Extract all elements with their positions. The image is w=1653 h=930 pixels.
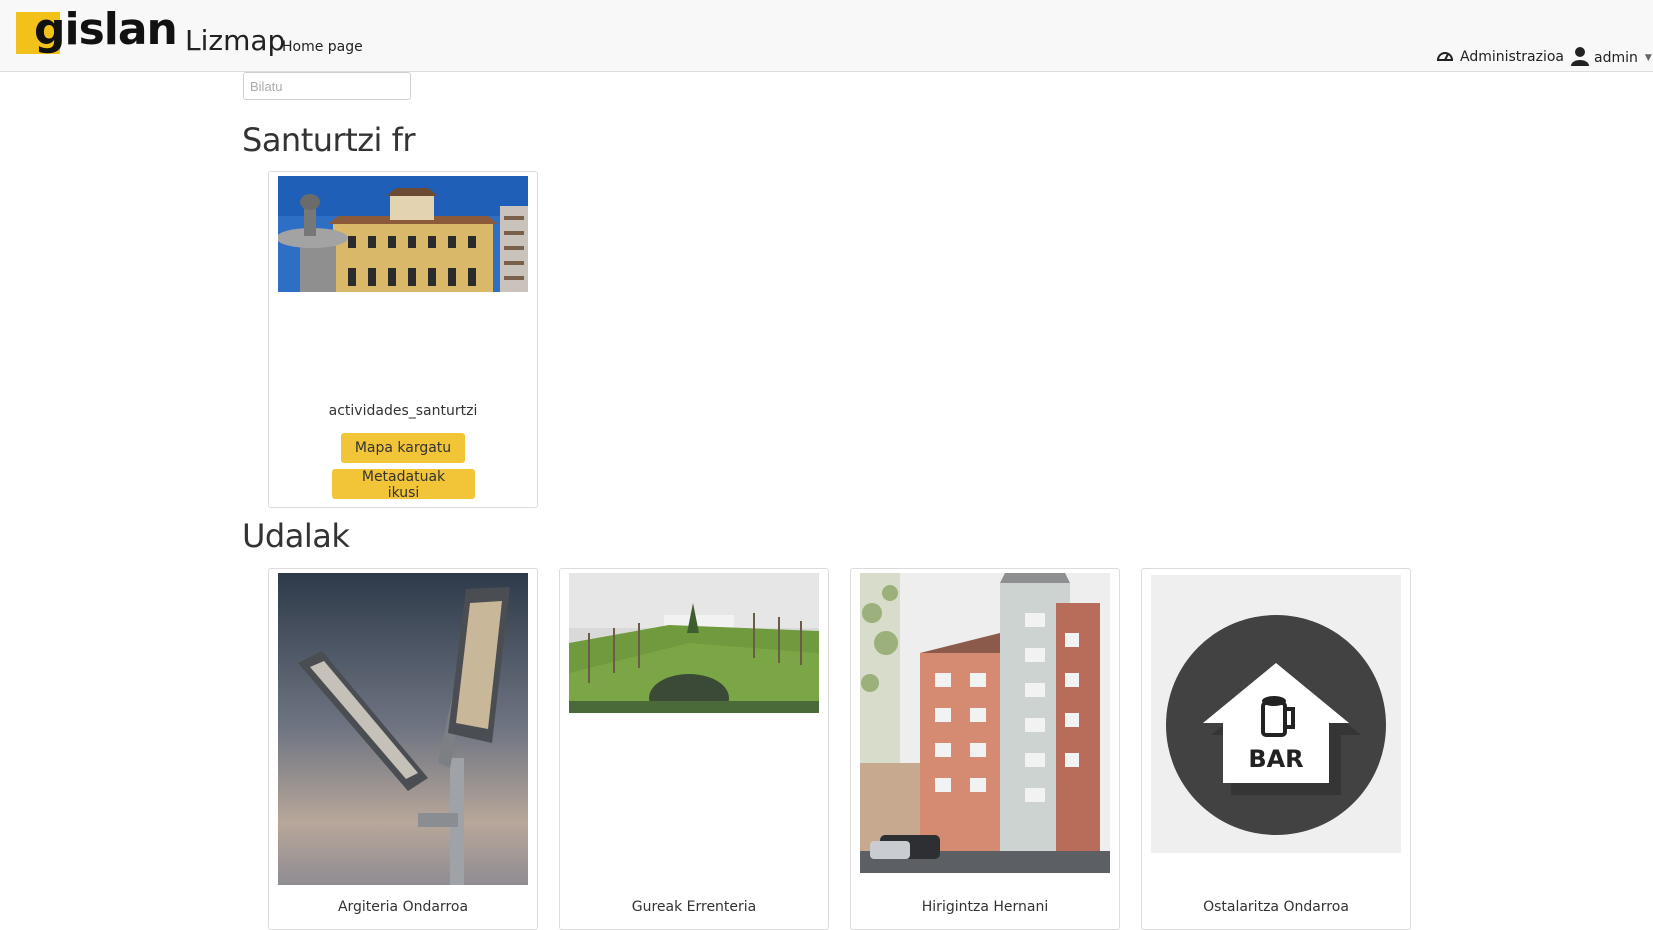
- home-page-link[interactable]: Home page: [282, 39, 363, 55]
- user-icon: [1571, 46, 1589, 70]
- project-card: actividades_santurtzi Mapa kargatu Metad…: [268, 171, 538, 508]
- section-title-santurtzi: Santurtzi fr: [242, 121, 416, 159]
- administration-link[interactable]: Administrazioa: [1436, 48, 1564, 66]
- project-thumbnail[interactable]: [278, 573, 528, 885]
- project-card: BAR Ostalaritza Ondarroa: [1141, 568, 1411, 930]
- project-name: Argiteria Ondarroa: [337, 899, 469, 915]
- project-card: Hirigintza Hernani: [850, 568, 1120, 930]
- view-metadata-button[interactable]: Metadatuak ikusi: [332, 469, 475, 501]
- project-card: Argiteria Ondarroa: [268, 568, 538, 930]
- project-name: actividades_santurtzi: [328, 403, 478, 419]
- dashboard-icon: [1436, 48, 1454, 66]
- project-card: Gureak Errenteria: [559, 568, 829, 930]
- project-thumbnail[interactable]: [860, 573, 1110, 873]
- user-menu[interactable]: admin ▼: [1571, 46, 1652, 70]
- project-thumbnail[interactable]: BAR: [1151, 575, 1401, 853]
- logo-text: gislan: [34, 4, 178, 55]
- project-name: Hirigintza Hernani: [921, 899, 1049, 915]
- project-name: Ostalaritza Ondarroa: [1203, 899, 1349, 915]
- project-thumbnail[interactable]: [278, 176, 528, 292]
- project-name: Gureak Errenteria: [631, 899, 757, 915]
- project-thumbnail[interactable]: [569, 573, 819, 713]
- section-title-udalak: Udalak: [242, 517, 350, 555]
- caret-down-icon: ▼: [1644, 53, 1652, 63]
- app-title: Lizmap: [185, 24, 286, 57]
- user-name: admin: [1594, 50, 1638, 66]
- load-map-button[interactable]: Mapa kargatu: [341, 433, 465, 463]
- navbar: gislan Lizmap Home page Administrazioa a…: [0, 0, 1653, 72]
- administration-label: Administrazioa: [1460, 49, 1565, 65]
- bar-thumbnail-text: BAR: [1248, 745, 1303, 773]
- search-input[interactable]: [243, 72, 411, 100]
